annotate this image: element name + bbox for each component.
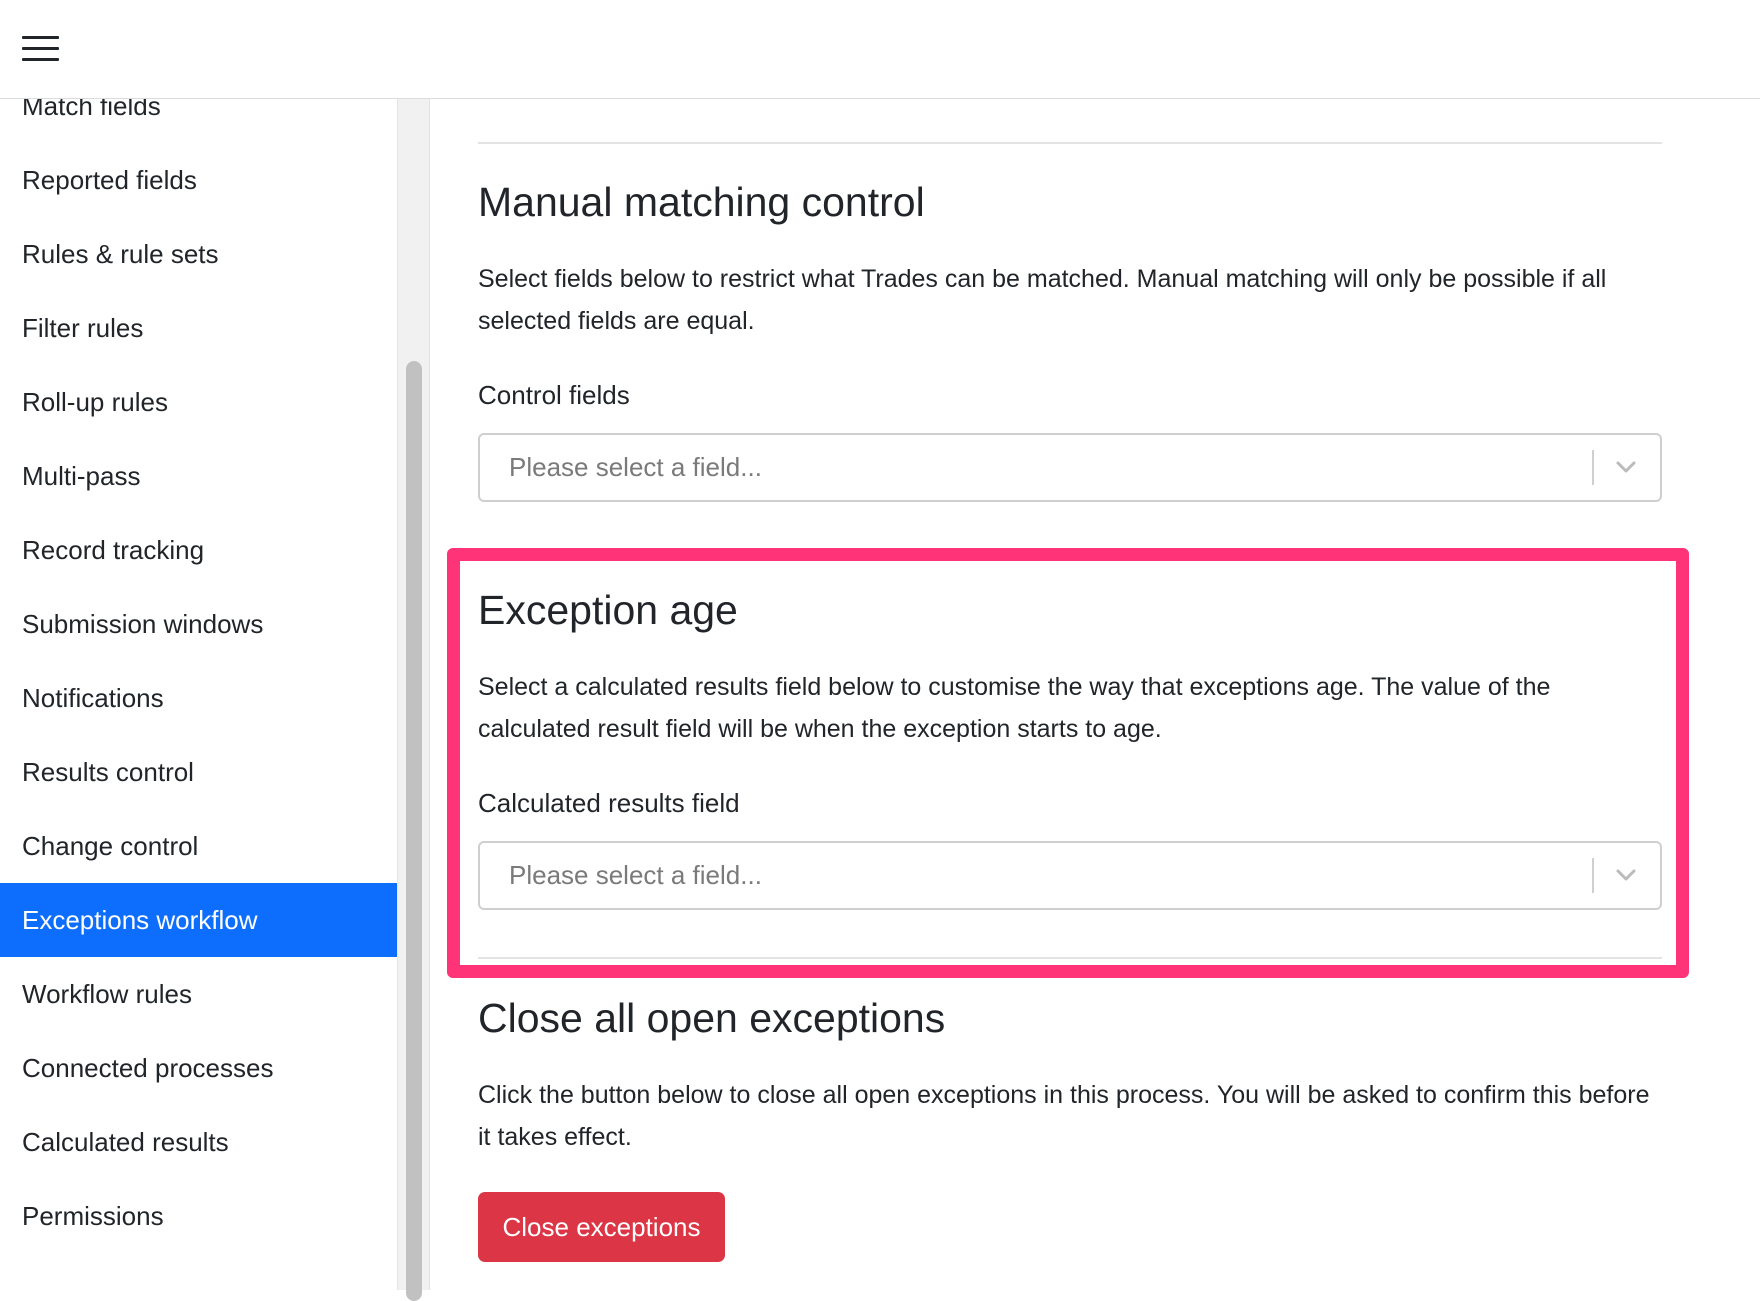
sidebar-scrollbar[interactable] xyxy=(398,99,430,1301)
sidebar-item-workflow-rules[interactable]: Workflow rules xyxy=(0,957,397,1031)
sidebar-item-change-control[interactable]: Change control xyxy=(0,809,397,883)
close-exceptions-description: Click the button below to close all open… xyxy=(478,1081,1650,1151)
sidebar-scrollbar-thumb[interactable] xyxy=(406,361,422,1301)
exception-age-description: Select a calculated results field below … xyxy=(478,673,1551,743)
select-separator xyxy=(1592,858,1594,893)
sidebar-item-permissions[interactable]: Permissions xyxy=(0,1179,397,1253)
chevron-down-icon[interactable] xyxy=(1614,455,1638,479)
exception-age-title: Exception age xyxy=(478,587,738,633)
sidebar: Match fields Reported fields Rules & rul… xyxy=(0,99,398,1290)
sidebar-item-filter-rules[interactable]: Filter rules xyxy=(0,291,397,365)
sidebar-item-results-control[interactable]: Results control xyxy=(0,735,397,809)
sidebar-item-record-tracking[interactable]: Record tracking xyxy=(0,513,397,587)
sidebar-item-calculated-results[interactable]: Calculated results xyxy=(0,1105,397,1179)
section-divider xyxy=(478,957,1662,959)
manual-matching-title: Manual matching control xyxy=(478,179,925,225)
sidebar-item-roll-up-rules[interactable]: Roll-up rules xyxy=(0,365,397,439)
hamburger-menu-icon[interactable] xyxy=(22,36,59,62)
select-separator xyxy=(1592,450,1594,485)
sidebar-item-rules-rule-sets[interactable]: Rules & rule sets xyxy=(0,217,397,291)
chevron-down-icon[interactable] xyxy=(1614,863,1638,887)
sidebar-item-multi-pass[interactable]: Multi-pass xyxy=(0,439,397,513)
control-fields-select[interactable]: Please select a field... xyxy=(478,433,1662,502)
control-fields-label: Control fields xyxy=(478,380,630,410)
close-exceptions-button[interactable]: Close exceptions xyxy=(478,1192,725,1262)
section-divider xyxy=(478,142,1662,144)
main-content: Manual matching control Select fields be… xyxy=(431,99,1760,1290)
sidebar-item-exceptions-workflow[interactable]: Exceptions workflow xyxy=(0,883,397,957)
sidebar-item-connected-processes[interactable]: Connected processes xyxy=(0,1031,397,1105)
calculated-results-field-select[interactable]: Please select a field... xyxy=(478,841,1662,910)
sidebar-item-match-fields[interactable]: Match fields xyxy=(0,99,397,143)
control-fields-placeholder: Please select a field... xyxy=(509,452,762,482)
sidebar-item-submission-windows[interactable]: Submission windows xyxy=(0,587,397,661)
calculated-results-field-placeholder: Please select a field... xyxy=(509,860,762,890)
sidebar-item-notifications[interactable]: Notifications xyxy=(0,661,397,735)
manual-matching-description: Select fields below to restrict what Tra… xyxy=(478,265,1607,335)
calculated-results-field-label: Calculated results field xyxy=(478,788,740,818)
sidebar-item-reported-fields[interactable]: Reported fields xyxy=(0,143,397,217)
close-exceptions-title: Close all open exceptions xyxy=(478,995,946,1041)
top-bar xyxy=(0,0,1760,99)
sidebar-list: Match fields Reported fields Rules & rul… xyxy=(0,99,397,1253)
